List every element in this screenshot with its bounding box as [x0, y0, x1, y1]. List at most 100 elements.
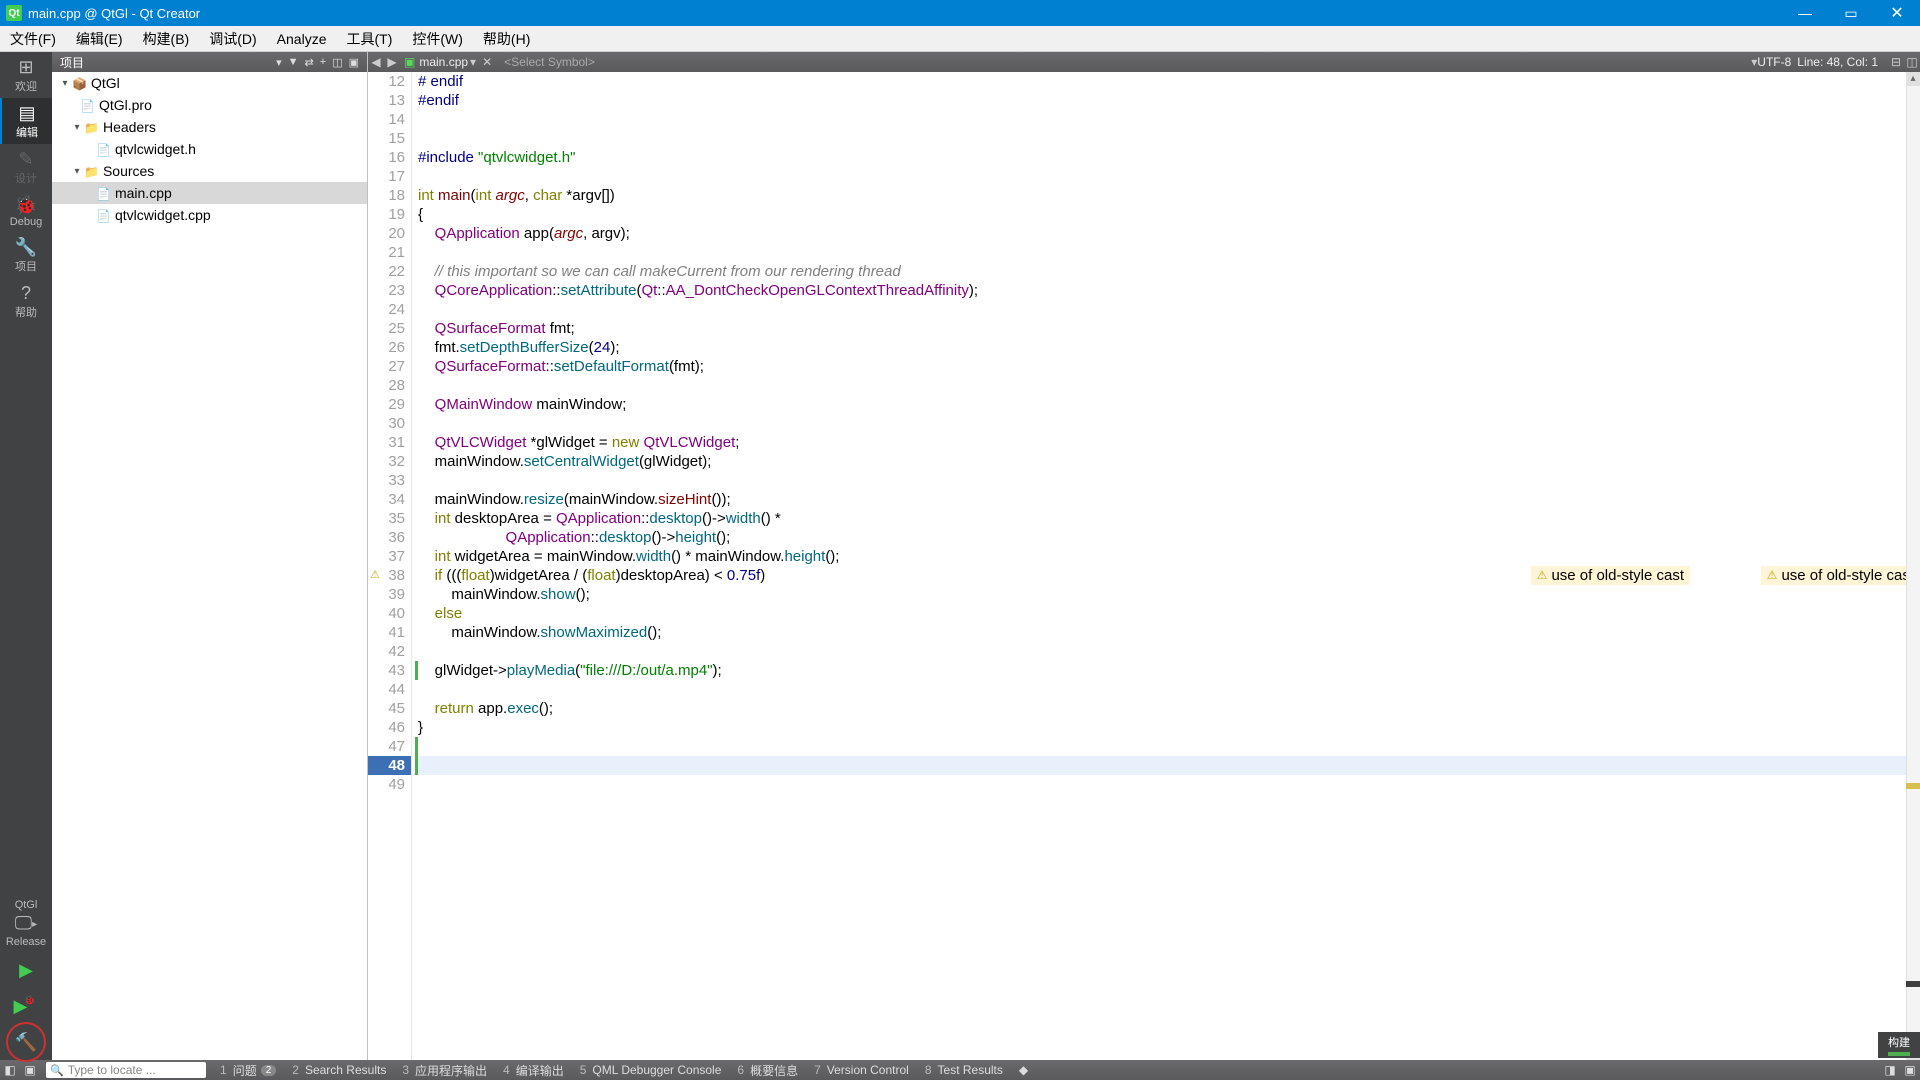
build-progress-badge[interactable]: 构建 — [1878, 1032, 1920, 1058]
close-pane-icon[interactable]: ▣ — [349, 56, 359, 69]
line-number[interactable]: 48 — [368, 756, 411, 775]
code-line[interactable]: fmt.setDepthBufferSize(24); — [418, 338, 1920, 357]
menu-item[interactable]: Analyze — [267, 26, 337, 51]
locator-input[interactable]: 🔍 Type to locate ... — [46, 1062, 206, 1078]
output-pane-tab[interactable]: 6概要信息 — [729, 1062, 806, 1079]
code-text[interactable]: # endif#endif #include "qtvlcwidget.h" ▾… — [412, 72, 1920, 1060]
code-line[interactable]: QCoreApplication::setAttribute(Qt::AA_Do… — [418, 281, 1920, 300]
menu-item[interactable]: 调试(D) — [199, 26, 266, 51]
code-line[interactable]: # endif — [418, 72, 1920, 91]
link-icon[interactable]: ⇄ — [305, 56, 314, 69]
line-number[interactable]: 49 — [368, 775, 405, 794]
toggle-right-sidebar-icon[interactable]: ◨ — [1880, 1063, 1900, 1077]
code-line[interactable]: int desktopArea = QApplication::desktop(… — [418, 509, 1920, 528]
line-number[interactable]: 39 — [368, 585, 405, 604]
code-line[interactable]: mainWindow.setCentralWidget(glWidget); — [418, 452, 1920, 471]
encoding-label[interactable]: UTF-8 — [1757, 55, 1791, 69]
code-line[interactable]: // this important so we can call makeCur… — [418, 262, 1920, 281]
line-number[interactable]: 34 — [368, 490, 405, 509]
code-line[interactable]: #endif — [418, 91, 1920, 110]
code-line[interactable]: QApplication::desktop()->height(); — [418, 528, 1920, 547]
line-number[interactable]: 27 — [368, 357, 405, 376]
output-pane-tab[interactable]: 3应用程序输出 — [394, 1062, 495, 1079]
tree-sources-folder[interactable]: ▾Sources — [52, 160, 367, 182]
menu-item[interactable]: 文件(F) — [0, 26, 66, 51]
line-number[interactable]: 23 — [368, 281, 405, 300]
output-pane-tab[interactable]: 8Test Results — [917, 1062, 1011, 1079]
code-line[interactable] — [418, 642, 1920, 661]
line-number[interactable]: 31 — [368, 433, 405, 452]
close-tab-button[interactable]: ✕ — [482, 55, 492, 69]
maximize-button[interactable]: ▭ — [1828, 0, 1874, 26]
scroll-indicator[interactable]: ▴ ▾ — [1906, 72, 1920, 1060]
mode-button[interactable]: ⊞欢迎 — [0, 52, 52, 98]
toggle-sidebar-icon[interactable]: ◧ — [0, 1063, 20, 1077]
run-debug-button[interactable]: ▶🐞 — [0, 988, 52, 1024]
output-pane-icon[interactable]: ▣ — [20, 1063, 40, 1077]
code-line[interactable] — [418, 300, 1920, 319]
code-line[interactable] — [418, 756, 1920, 775]
split-vertical-icon[interactable]: ◫ — [1904, 55, 1920, 69]
code-line[interactable]: if (((float)widgetArea / (float)desktopA… — [418, 566, 1920, 585]
code-line[interactable]: QSurfaceFormat fmt; — [418, 319, 1920, 338]
code-line[interactable]: QMainWindow mainWindow; — [418, 395, 1920, 414]
menu-item[interactable]: 编辑(E) — [66, 26, 133, 51]
line-number[interactable]: 17 — [368, 167, 405, 186]
code-line[interactable]: ▾int main(int argc, char *argv[]) — [418, 186, 1920, 205]
output-pane-tab[interactable]: 2Search Results — [284, 1062, 394, 1079]
warning-badge[interactable]: ⚠use of old-style cast — [1531, 566, 1690, 585]
nav-back-button[interactable]: ◀ — [368, 55, 384, 69]
line-number[interactable]: 42 — [368, 642, 405, 661]
tree-pro-file[interactable]: QtGl.pro — [52, 94, 367, 116]
line-number[interactable]: 29 — [368, 395, 405, 414]
file-tab[interactable]: ▣ main.cpp ▾ — [404, 55, 476, 69]
minimize-button[interactable]: — — [1782, 0, 1828, 26]
split-horizontal-icon[interactable]: ⊟ — [1888, 55, 1904, 69]
mode-button[interactable]: ✎设计 — [0, 144, 52, 190]
line-number[interactable]: 45 — [368, 699, 405, 718]
nav-forward-button[interactable]: ▶ — [384, 55, 400, 69]
warning-badge[interactable]: ⚠use of old-style cast — [1761, 566, 1920, 585]
tree-header-file[interactable]: qtvlcwidget.h — [52, 138, 367, 160]
code-line[interactable]: QApplication app(argc, argv); — [418, 224, 1920, 243]
code-line[interactable] — [418, 167, 1920, 186]
line-number[interactable]: 47 — [368, 737, 405, 756]
panes-dropdown-icon[interactable]: ◆ — [1011, 1063, 1036, 1077]
line-number[interactable]: 37 — [368, 547, 405, 566]
line-number[interactable]: 16 — [368, 148, 405, 167]
output-pane-tab[interactable]: 7Version Control — [806, 1062, 917, 1079]
tree-source-file-widget[interactable]: qtvlcwidget.cpp — [52, 204, 367, 226]
code-line[interactable]: int widgetArea = mainWindow.width() * ma… — [418, 547, 1920, 566]
line-number[interactable]: 33 — [368, 471, 405, 490]
mode-button[interactable]: 🐞Debug — [0, 190, 52, 232]
line-number[interactable]: 24 — [368, 300, 405, 319]
line-number[interactable]: 26 — [368, 338, 405, 357]
kit-selector[interactable]: QtGl 🖵▸ Release — [0, 895, 52, 952]
code-line[interactable]: { — [418, 205, 1920, 224]
symbol-selector[interactable]: <Select Symbol> — [504, 55, 595, 69]
line-number[interactable]: 19 — [368, 205, 405, 224]
code-line[interactable] — [418, 243, 1920, 262]
code-editor[interactable]: 1213141516171819202122232425262728293031… — [368, 72, 1920, 1060]
tree-headers-folder[interactable]: ▾Headers — [52, 116, 367, 138]
line-number[interactable]: 36 — [368, 528, 405, 547]
output-pane-tab[interactable]: 5QML Debugger Console — [572, 1062, 730, 1079]
code-line[interactable] — [418, 110, 1920, 129]
build-button[interactable]: 🔨 — [0, 1024, 52, 1060]
line-number[interactable]: 14 — [368, 110, 405, 129]
file-dropdown-icon[interactable]: ▾ — [470, 55, 476, 69]
filter-icon[interactable]: ▼ — [288, 56, 299, 68]
line-number[interactable]: 41 — [368, 623, 405, 642]
close-output-icon[interactable]: ▣ — [1900, 1063, 1920, 1077]
run-button[interactable]: ▶ — [0, 952, 52, 988]
line-number[interactable]: 43 — [368, 661, 405, 680]
scroll-up-icon[interactable]: ▴ — [1906, 72, 1920, 86]
mode-button[interactable]: ▤编辑 — [0, 98, 52, 144]
line-gutter[interactable]: 1213141516171819202122232425262728293031… — [368, 72, 412, 1060]
line-number[interactable]: 13 — [368, 91, 405, 110]
code-line[interactable] — [418, 737, 1920, 756]
line-number[interactable]: 20 — [368, 224, 405, 243]
project-tree[interactable]: ▾QtGl QtGl.pro ▾Headers qtvlcwidget.h ▾S… — [52, 72, 367, 1060]
code-line[interactable]: mainWindow.showMaximized(); — [418, 623, 1920, 642]
tree-root[interactable]: ▾QtGl — [52, 72, 367, 94]
